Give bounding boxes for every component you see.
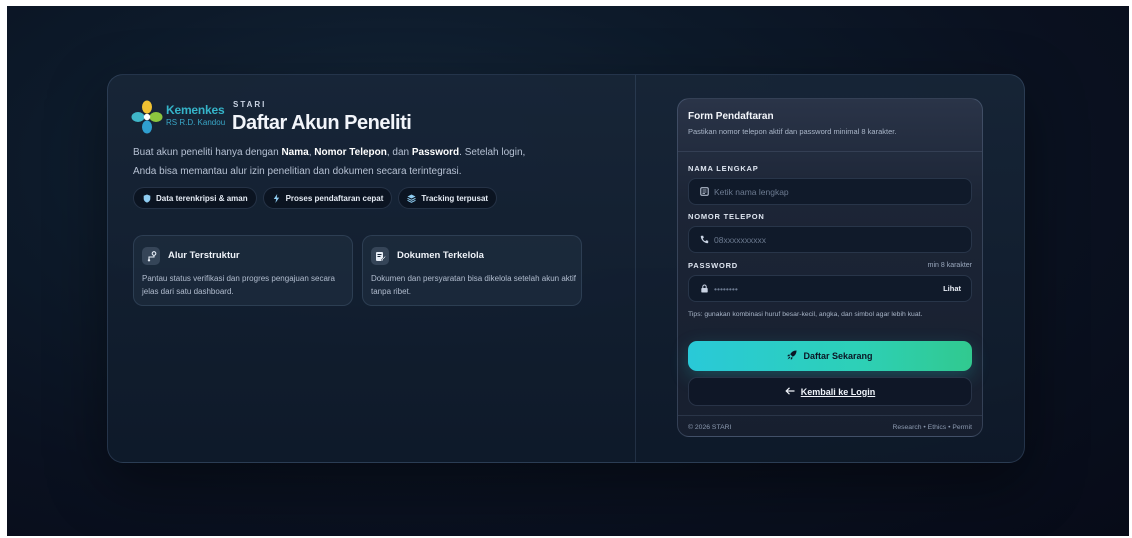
password-tips: Tips: gunakan kombinasi huruf besar-keci… [688,311,923,318]
phone-field [688,226,972,253]
registration-form: Form Pendaftaran Pastikan nomor telepon … [677,98,983,437]
back-to-login-button[interactable]: Kembali ke Login [688,377,972,406]
copyright-text: © 2026 STARI [688,424,732,431]
feature-card-documents: Dokumen Terkelola Dokumen dan persyarata… [362,235,582,306]
pill-label: Data terenkripsi & aman [156,193,248,203]
id-card-icon [699,187,709,197]
rocket-icon [787,350,797,362]
shield-icon [142,194,151,203]
pill-label: Tracking terpusat [421,193,489,203]
intro-text: Buat akun peneliti hanya dengan Nama, No… [133,147,526,177]
name-field [688,178,972,205]
password-input[interactable] [714,281,924,297]
form-footer-separator [678,415,982,416]
layers-icon [407,194,417,203]
back-to-login-label: Kembali ke Login [800,386,876,397]
feature-description: Dokumen dan persyaratan bisa dikelola se… [371,274,577,296]
flow-icon [142,247,160,265]
phone-input[interactable] [714,232,924,248]
card-divider [635,75,636,462]
form-title: Form Pendaftaran [688,111,774,122]
pill-fast: Proses pendaftaran cepat [262,187,393,209]
form-subtitle: Pastikan nomor telepon aktif dan passwor… [688,127,897,136]
kemenkes-logo: Kemenkes RS R.D. Kandou [131,100,227,134]
logo-line-1: Kemenkes [166,103,225,117]
phone-label: NOMOR TELEPON [688,212,765,221]
pill-tracking: Tracking terpusat [398,187,498,209]
kemenkes-logo-mark [131,100,163,134]
pill-label: Proses pendaftaran cepat [285,193,384,203]
pill-encrypted: Data terenkripsi & aman [133,187,257,209]
name-label: NAMA LENGKAP [688,164,759,173]
logo-line-2: RS R.D. Kandou [166,118,226,127]
feature-title: Alur Terstruktur [168,250,240,261]
show-password-button[interactable]: Lihat [943,284,961,293]
footer-tagline: Research • Ethics • Permit [892,424,972,431]
page-title: Daftar Akun Peneliti [232,112,412,134]
document-edit-icon [371,247,389,265]
lightning-icon [272,193,281,203]
feature-pills: Data terenkripsi & aman Proses pendaftar… [133,187,498,209]
feature-description: Pantau status verifikasi dan progres pen… [142,274,336,296]
phone-icon [699,235,709,245]
feature-title: Dokumen Terkelola [397,250,484,261]
form-header-separator [678,151,982,152]
app-eyebrow: STARI [233,100,267,109]
register-button[interactable]: Daftar Sekarang [688,341,972,371]
feature-card-flow: Alur Terstruktur Pantau status verifikas… [133,235,353,306]
lock-icon [699,284,709,294]
password-label: PASSWORD [688,261,739,270]
password-field: Lihat [688,275,972,302]
register-button-label: Daftar Sekarang [803,351,873,361]
name-input[interactable] [714,184,924,200]
password-hint: min 8 karakter [927,262,972,269]
arrow-left-icon [785,386,795,397]
